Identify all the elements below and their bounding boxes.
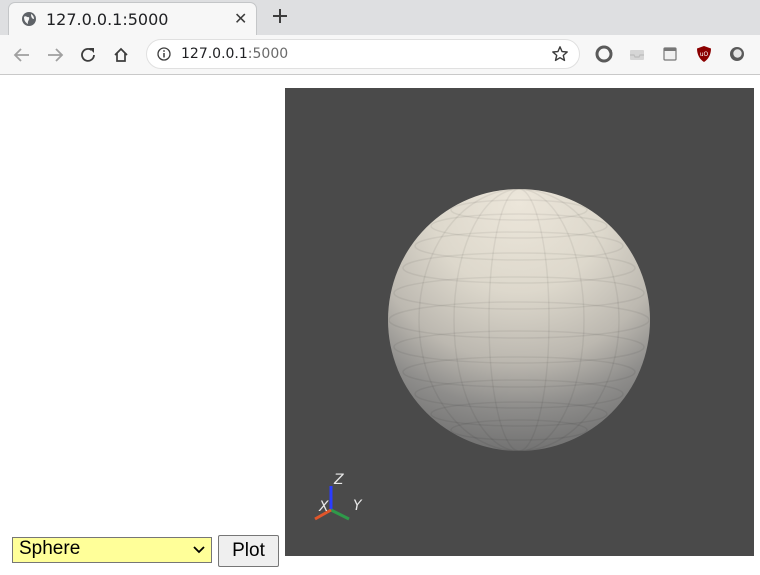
url-text: 127.0.0.1:5000 (181, 46, 288, 62)
orientation-axes: Z X Y (314, 472, 363, 521)
star-icon[interactable] (551, 45, 569, 63)
globe-icon (22, 12, 36, 26)
address-bar[interactable]: 127.0.0.1:5000 (146, 39, 580, 69)
browser-toolbar: 127.0.0.1:5000 uO (0, 35, 760, 75)
close-icon[interactable]: ✕ (234, 9, 247, 28)
render-viewport[interactable]: Z X Y (285, 88, 754, 556)
round-icon[interactable] (728, 45, 746, 63)
plot-button[interactable]: Plot (218, 535, 279, 567)
ublock-icon[interactable]: uO (695, 45, 713, 63)
y-axis (330, 508, 350, 521)
chevron-down-icon (193, 546, 205, 554)
shape-select-value: Sphere (19, 538, 81, 559)
home-icon[interactable] (112, 46, 130, 64)
info-icon[interactable] (157, 47, 171, 61)
inbox-icon[interactable] (628, 45, 646, 63)
svg-text:uO: uO (700, 51, 709, 58)
forward-arrow-icon[interactable] (46, 46, 64, 64)
x-axis-label: X (318, 499, 329, 515)
browser-tab[interactable]: 127.0.0.1:5000 ✕ (8, 2, 257, 35)
plus-icon[interactable] (271, 7, 289, 25)
y-axis-label: Y (353, 498, 363, 514)
sphere-mesh (388, 189, 650, 451)
shape-select[interactable]: Sphere (12, 537, 212, 563)
url-port: :5000 (247, 46, 289, 62)
scene-canvas: Z X Y (314, 189, 650, 521)
window-icon[interactable] (661, 45, 679, 63)
tab-strip: 127.0.0.1:5000 ✕ (0, 0, 760, 35)
url-host: 127.0.0.1 (181, 46, 248, 62)
reload-icon[interactable] (79, 46, 97, 64)
back-arrow-icon[interactable] (13, 46, 31, 64)
circle-arrow-icon[interactable] (595, 45, 613, 63)
tab-title: 127.0.0.1:5000 (46, 10, 169, 29)
z-axis-label: Z (333, 472, 344, 488)
